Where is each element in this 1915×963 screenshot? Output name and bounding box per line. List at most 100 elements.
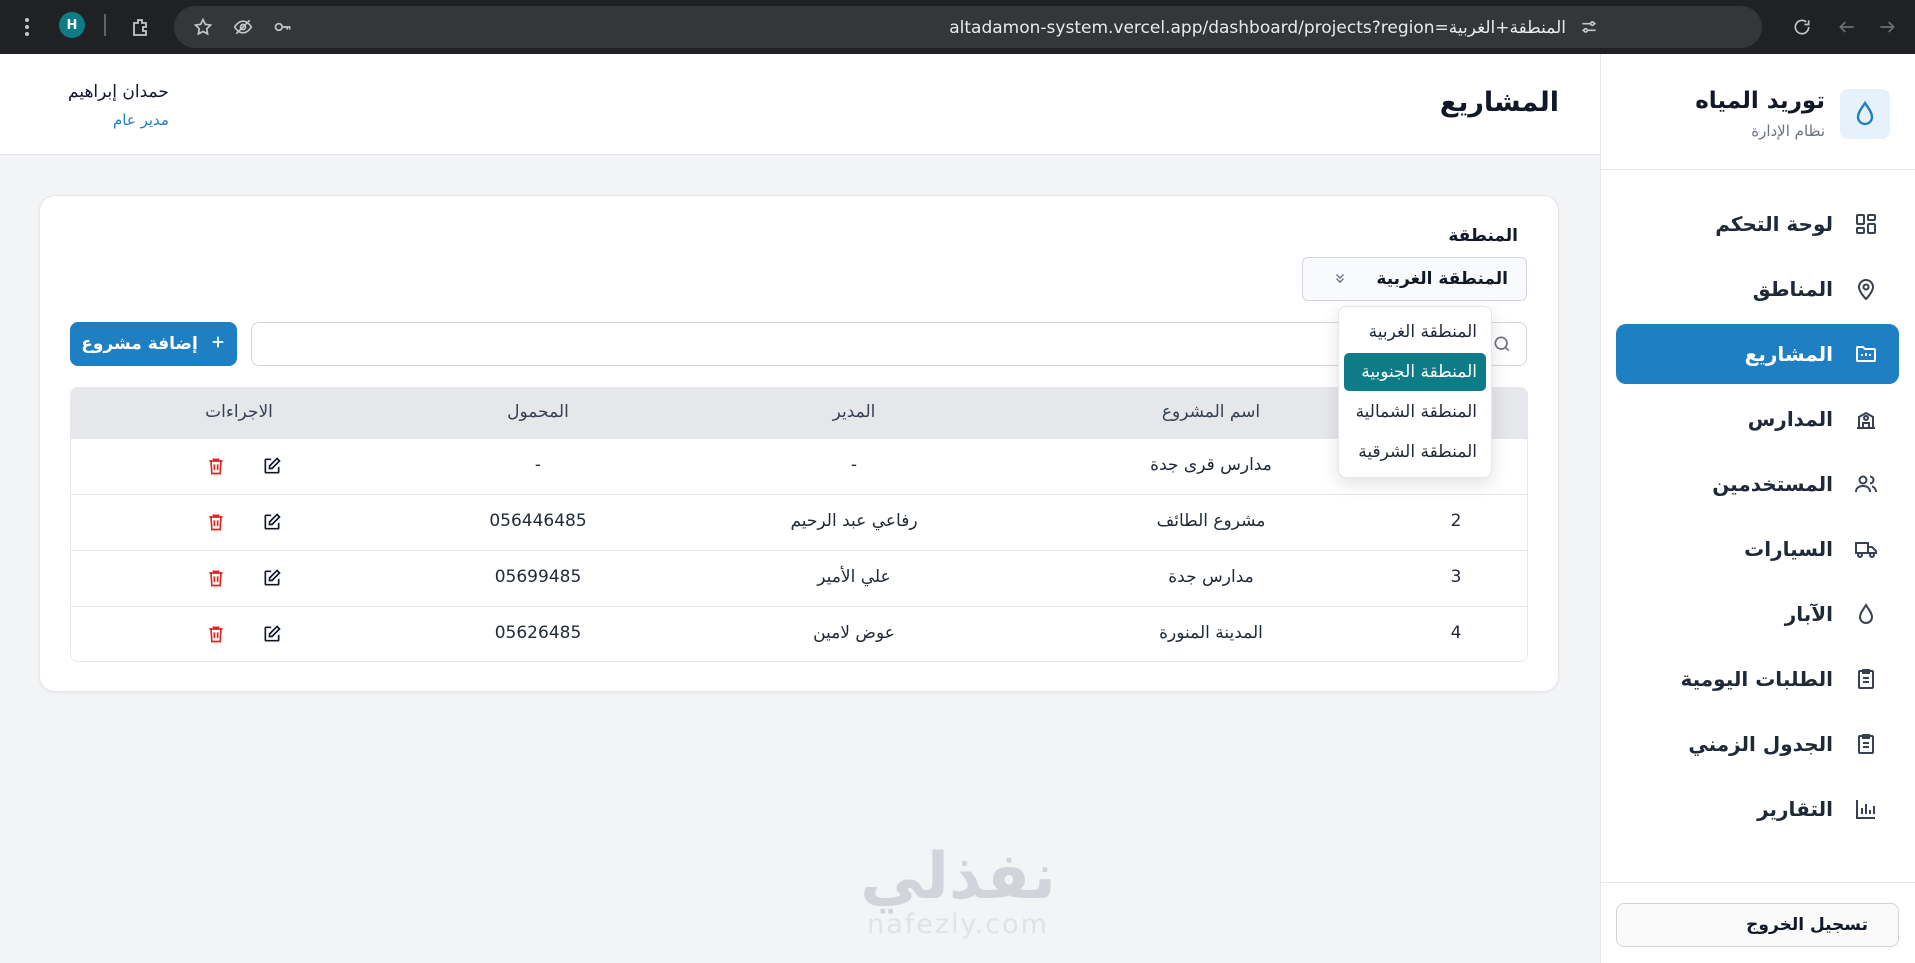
edit-icon[interactable] xyxy=(261,455,283,477)
trash-icon[interactable] xyxy=(205,623,227,645)
edit-icon[interactable] xyxy=(261,511,283,533)
trash-icon[interactable] xyxy=(205,567,227,589)
page-title: المشاريع xyxy=(1439,87,1559,118)
chevrons-down-icon xyxy=(1333,270,1347,289)
edit-icon[interactable] xyxy=(261,623,283,645)
sidebar-item-label: السيارات xyxy=(1744,537,1833,561)
droplet-logo-icon xyxy=(1840,89,1890,139)
sidebar-nav: لوحة التحكم المناطق المشاريع المدارس الم… xyxy=(1616,194,1899,844)
table-row: 3 مدارس جدة علي الأمير 05699485 xyxy=(71,550,1527,606)
page-header: المشاريع حمدان إبراهيم مدير عام xyxy=(0,54,1600,155)
add-project-button[interactable]: إضافة مشروع xyxy=(70,322,237,366)
sidebar-item-projects[interactable]: المشاريع xyxy=(1616,324,1899,384)
sidebar-item-daily-orders[interactable]: الطلبات اليومية xyxy=(1616,649,1899,709)
search-input[interactable] xyxy=(262,323,1482,365)
sidebar-item-schedule[interactable]: الجدول الزمني xyxy=(1616,714,1899,774)
cell-manager: عوض لامين xyxy=(813,623,895,643)
sidebar-item-label: الطلبات اليومية xyxy=(1680,667,1834,691)
cell-project-name: مشروع الطائف xyxy=(1156,511,1266,531)
cell-mobile: - xyxy=(534,455,542,475)
region-label: المنطقة xyxy=(1448,226,1518,246)
cell-project-name: المدينة المنورة xyxy=(1159,623,1263,643)
droplet-icon xyxy=(1853,601,1879,627)
address-bar[interactable]: altadamon-system.vercel.app/dashboard/pr… xyxy=(174,6,1762,48)
cell-mobile: 05626485 xyxy=(494,623,582,643)
cell-manager: رفاعي عبد الرحيم xyxy=(790,511,918,531)
brand-title: توريد المياه xyxy=(1695,88,1825,114)
browser-toolbar: H altadamon-system.vercel.app/dashboard/… xyxy=(0,0,1915,54)
table-row: 4 المدينة المنورة عوض لامين 05626485 xyxy=(71,606,1527,661)
add-project-label: إضافة مشروع xyxy=(81,334,198,354)
sidebar-item-label: المناطق xyxy=(1752,277,1833,301)
user-role: مدير عام xyxy=(113,111,169,129)
cell-mobile: 056446485 xyxy=(489,511,587,531)
users-icon xyxy=(1853,471,1879,497)
sidebar-item-label: الآبار xyxy=(1784,602,1833,626)
site-settings-icon[interactable] xyxy=(1574,12,1604,42)
search-box[interactable] xyxy=(251,322,1527,366)
sidebar-item-label: المشاريع xyxy=(1744,342,1833,366)
url-text[interactable]: altadamon-system.vercel.app/dashboard/pr… xyxy=(949,18,1566,38)
projects-table: # اسم المشروع المدير المحمول الاجراءات 1… xyxy=(70,387,1528,662)
region-option-east[interactable]: المنطقة الشرقية xyxy=(1344,433,1486,471)
region-option-south[interactable]: المنطقة الجنوبية xyxy=(1344,353,1486,391)
sidebar: توريد المياه نظام الإدارة لوحة التحكم ال… xyxy=(1600,54,1915,963)
sidebar-item-regions[interactable]: المناطق xyxy=(1616,259,1899,319)
map-pin-icon xyxy=(1853,276,1879,302)
sidebar-item-schools[interactable]: المدارس xyxy=(1616,389,1899,449)
cell-manager: علي الأمير xyxy=(817,567,891,587)
trash-icon[interactable] xyxy=(205,455,227,477)
back-arrow-icon[interactable] xyxy=(1872,12,1902,42)
projects-card: المنطقة المنطقة الغربية إضافة مشروع # اس… xyxy=(39,195,1559,692)
clipboard-icon xyxy=(1853,731,1879,757)
edit-icon[interactable] xyxy=(261,567,283,589)
column-header-name: اسم المشروع xyxy=(1161,402,1261,422)
cell-number: 2 xyxy=(1450,511,1462,531)
region-option-west[interactable]: المنطقة الغربية xyxy=(1344,313,1486,351)
table-row: 2 مشروع الطائف رفاعي عبد الرحيم 05644648… xyxy=(71,494,1527,550)
eye-off-icon[interactable] xyxy=(228,12,258,42)
region-option-north[interactable]: المنطقة الشمالية xyxy=(1344,393,1486,431)
sidebar-item-label: المستخدمين xyxy=(1712,472,1833,496)
sidebar-item-wells[interactable]: الآبار xyxy=(1616,584,1899,644)
forward-arrow-icon[interactable] xyxy=(1832,12,1862,42)
bookmark-star-icon[interactable] xyxy=(188,12,218,42)
bar-chart-icon xyxy=(1853,796,1879,822)
sidebar-item-vehicles[interactable]: السيارات xyxy=(1616,519,1899,579)
watermark-arabic: نفذلي xyxy=(860,840,1056,914)
cell-number: 4 xyxy=(1450,623,1462,643)
cell-number: 3 xyxy=(1450,567,1462,587)
folder-icon xyxy=(1853,341,1879,367)
cell-mobile: 05699485 xyxy=(494,567,582,587)
region-select[interactable]: المنطقة الغربية xyxy=(1302,257,1527,301)
search-icon xyxy=(1492,334,1512,358)
truck-icon xyxy=(1853,536,1879,562)
column-header-mobile: المحمول xyxy=(507,402,569,422)
logout-button[interactable]: تسجيل الخروج xyxy=(1616,903,1899,947)
extensions-icon[interactable] xyxy=(125,12,155,42)
sidebar-item-label: الجدول الزمني xyxy=(1688,732,1833,756)
region-select-value: المنطقة الغربية xyxy=(1376,269,1508,289)
profile-avatar[interactable]: H xyxy=(59,12,85,38)
clipboard-icon xyxy=(1853,666,1879,692)
cell-project-name: مدارس جدة xyxy=(1168,567,1254,587)
menu-dots-icon[interactable] xyxy=(12,12,42,42)
cell-project-name: مدارس قرى جدة xyxy=(1150,455,1272,475)
sidebar-item-label: التقارير xyxy=(1757,797,1833,821)
brand: توريد المياه نظام الإدارة xyxy=(1600,54,1915,170)
divider xyxy=(1600,882,1915,883)
reload-icon[interactable] xyxy=(1787,12,1817,42)
grid-icon xyxy=(1853,211,1879,237)
key-icon[interactable] xyxy=(268,12,298,42)
user-name: حمدان إبراهيم xyxy=(68,82,169,102)
table-header: # اسم المشروع المدير المحمول الاجراءات xyxy=(71,388,1527,438)
column-header-actions: الاجراءات xyxy=(205,402,273,422)
toolbar-divider xyxy=(104,14,106,36)
sidebar-item-users[interactable]: المستخدمين xyxy=(1616,454,1899,514)
school-icon xyxy=(1853,406,1879,432)
sidebar-item-reports[interactable]: التقارير xyxy=(1616,779,1899,839)
watermark: نفذلي nafezly.com xyxy=(838,845,1078,940)
sidebar-item-dashboard[interactable]: لوحة التحكم xyxy=(1616,194,1899,254)
trash-icon[interactable] xyxy=(205,511,227,533)
plus-icon xyxy=(210,334,226,355)
